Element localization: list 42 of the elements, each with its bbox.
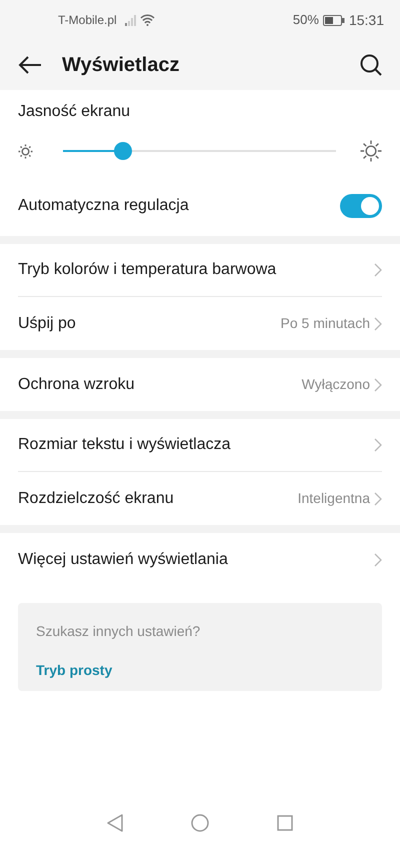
chevron-icon	[374, 438, 382, 452]
clock-time: 15:31	[348, 10, 384, 30]
settings-row[interactable]: Rozmiar tekstu i wyświetlacza	[18, 419, 382, 472]
signal-icon	[124, 14, 137, 26]
row-label: Więcej ustawień wyświetlania	[18, 550, 228, 570]
chevron-icon	[374, 378, 382, 392]
slider-thumb[interactable]	[114, 142, 132, 160]
settings-row[interactable]: Uśpij po Po 5 minutach	[18, 297, 382, 350]
chevron-icon	[374, 552, 382, 566]
row-label: Uśpij po	[18, 314, 76, 334]
recents-nav-icon[interactable]	[277, 815, 293, 831]
chevron-icon	[374, 316, 382, 330]
row-value: Wyłączono	[302, 375, 370, 394]
bright-sun-icon	[360, 140, 382, 162]
chevron-icon	[374, 263, 382, 277]
battery-icon	[322, 14, 345, 26]
auto-adjust-label: Automatyczna regulacja	[18, 196, 189, 216]
row-value: Po 5 minutach	[280, 314, 370, 333]
brightness-label: Jasność ekranu	[18, 102, 132, 122]
row-label: Rozdzielczość ekranu	[18, 488, 174, 508]
back-icon[interactable]	[18, 55, 42, 75]
row-label: Ochrona wzroku	[18, 374, 134, 394]
carrier-name: T-Mobile.pl	[58, 12, 117, 29]
wifi-icon	[140, 14, 155, 26]
row-value: Inteligentna	[298, 489, 370, 508]
page-title: Wyświetlacz	[62, 53, 180, 78]
back-nav-icon[interactable]	[107, 814, 123, 832]
settings-row[interactable]: Rozdzielczość ekranu Inteligentna	[18, 472, 382, 525]
settings-row[interactable]: Więcej ustawień wyświetlania	[18, 533, 382, 586]
chevron-icon	[374, 492, 382, 506]
search-icon[interactable]	[360, 54, 382, 76]
home-nav-icon[interactable]	[191, 814, 209, 832]
auto-adjust-toggle[interactable]	[340, 194, 382, 218]
row-label: Rozmiar tekstu i wyświetlacza	[18, 435, 230, 455]
dim-sun-icon	[18, 144, 33, 158]
suggestion-question: Szukasz innych ustawień?	[36, 622, 202, 641]
simple-mode-link[interactable]: Tryb prosty	[36, 660, 112, 681]
brightness-slider[interactable]	[63, 142, 336, 160]
settings-row[interactable]: Ochrona wzroku Wyłączono	[18, 358, 382, 411]
row-label: Tryb kolorów i temperatura barwowa	[18, 260, 276, 280]
battery-percent: 50%	[292, 11, 319, 30]
settings-row[interactable]: Tryb kolorów i temperatura barwowa	[18, 244, 382, 297]
